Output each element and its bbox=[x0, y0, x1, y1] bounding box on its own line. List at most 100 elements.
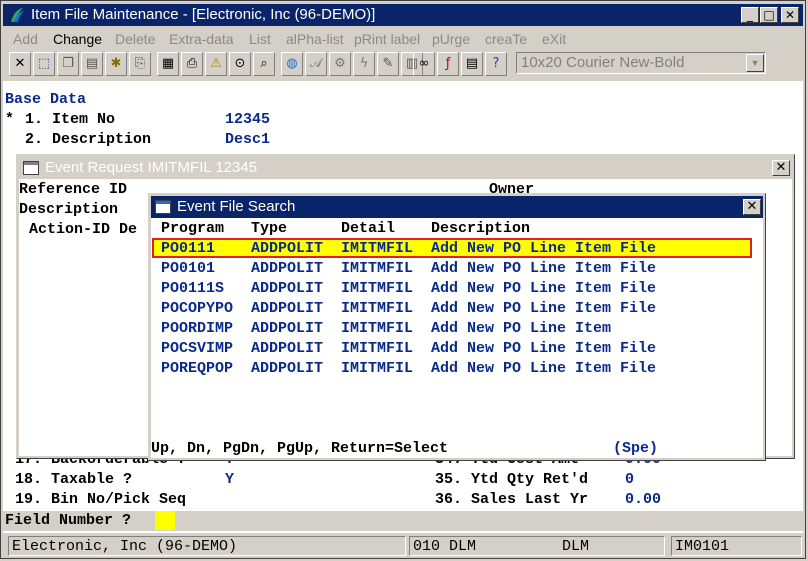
row-program: POORDIMP bbox=[161, 320, 234, 337]
cancel-icon[interactable]: ✕ bbox=[9, 52, 31, 76]
row-type: ADDPOLIT bbox=[251, 260, 324, 277]
event-search-title: Event File Search bbox=[177, 198, 296, 215]
event-request-title: Event Request IMITMFIL 12345 bbox=[45, 159, 258, 176]
notes-icon[interactable]: ▤ bbox=[461, 52, 483, 76]
script-icon[interactable]: 𝒜 bbox=[305, 52, 327, 76]
row-description: Add New PO Line Item File bbox=[431, 300, 657, 317]
event-request-title-bar[interactable]: Event Request IMITMFIL 12345 ✕ bbox=[19, 157, 792, 179]
font-selector[interactable]: 10x20 Courier New-Bold ▼ bbox=[516, 52, 766, 74]
copy-icon[interactable]: ❐ bbox=[57, 52, 79, 76]
menu-delete[interactable]: Delete bbox=[115, 31, 155, 47]
search-help-right: (Spe) bbox=[613, 440, 659, 457]
status-company-text: Electronic, Inc (96-DEMO) bbox=[12, 538, 238, 555]
field-value-sales-last-yr[interactable]: 0.00 bbox=[625, 491, 661, 508]
menu-change[interactable]: Change bbox=[53, 31, 102, 47]
field-label-ytd-qty-ret: 35. Ytd Qty Ret'd bbox=[435, 471, 589, 488]
search-icon[interactable]: ⌕ bbox=[253, 52, 275, 76]
search-help-text: Up, Dn, PgDn, PgUp, Return=Select bbox=[151, 440, 449, 457]
gear-icon[interactable]: ⚙ bbox=[329, 52, 351, 76]
field-label-taxable: 18. Taxable ? bbox=[15, 471, 133, 488]
description-label: Description bbox=[19, 201, 119, 218]
main-window: Item File Maintenance - [Electronic, Inc… bbox=[0, 0, 806, 559]
help-icon[interactable]: ? bbox=[485, 52, 507, 76]
close-button[interactable]: ✕ bbox=[781, 7, 799, 23]
row-description: Add New PO Line Item File bbox=[431, 280, 657, 297]
row-type: ADDPOLIT bbox=[251, 240, 324, 257]
row-detail: IMITMFIL bbox=[341, 240, 414, 257]
menu-add[interactable]: Add bbox=[13, 31, 38, 47]
field-label-sales-last-yr: 36. Sales Last Yr bbox=[435, 491, 589, 508]
edit-icon[interactable]: ✎ bbox=[377, 52, 399, 76]
document-icon[interactable]: ▦ bbox=[157, 52, 179, 76]
event-request-close-button[interactable]: ✕ bbox=[772, 160, 790, 176]
field-value-item-no[interactable]: 12345 bbox=[225, 111, 270, 128]
prompt-input[interactable] bbox=[155, 511, 175, 530]
row-type: ADDPOLIT bbox=[251, 300, 324, 317]
event-search-title-bar[interactable]: Event File Search ✕ bbox=[151, 196, 763, 218]
chevron-down-icon[interactable]: ▼ bbox=[746, 54, 764, 72]
status-terminal-text: 010 DLM bbox=[413, 538, 477, 555]
alert-icon[interactable]: ⚠ bbox=[205, 52, 227, 76]
menu-alpha-list[interactable]: alPha-list bbox=[286, 31, 344, 47]
section-title: Base Data bbox=[5, 91, 87, 108]
event-search-close-button[interactable]: ✕ bbox=[743, 199, 761, 215]
row-description: Add New PO Line Item File bbox=[431, 340, 657, 357]
menu-bar: Add Change Delete Extra-data List alPha-… bbox=[3, 29, 803, 51]
window-icon bbox=[155, 200, 171, 214]
status-company: Electronic, Inc (96-DEMO) bbox=[8, 536, 406, 556]
menu-extra-data[interactable]: Extra-data bbox=[169, 31, 234, 47]
row-detail: IMITMFIL bbox=[341, 280, 414, 297]
row-program: PO0101 bbox=[161, 260, 216, 277]
menu-list[interactable]: List bbox=[249, 31, 271, 47]
row-type: ADDPOLIT bbox=[251, 320, 324, 337]
maximize-button[interactable]: □ bbox=[760, 7, 778, 23]
row-detail: IMITMFIL bbox=[341, 360, 414, 377]
column-header-type: Type bbox=[251, 220, 288, 237]
menu-create[interactable]: creaTe bbox=[485, 31, 527, 47]
window-title: Item File Maintenance - [Electronic, Inc… bbox=[31, 6, 376, 23]
menu-print-label[interactable]: pRint label bbox=[354, 31, 420, 47]
row-description: Add New PO Line Item File bbox=[431, 240, 657, 257]
toolbar: ✕ ⬚ ❐ ▤ ✱ ⎘ ▦ ⎙ ⚠ ⊙ ⌕ ◍ 𝒜 ⚙ ϟ ✎ ▥ ∞ ƒ ▤ … bbox=[3, 51, 803, 79]
link-icon[interactable]: ∞ bbox=[413, 52, 435, 76]
row-detail: IMITMFIL bbox=[341, 300, 414, 317]
field-value-ytd-qty-ret[interactable]: 0 bbox=[625, 471, 634, 488]
column-header-description: Description bbox=[431, 220, 531, 237]
title-bar[interactable]: Item File Maintenance - [Electronic, Inc… bbox=[3, 4, 803, 26]
field-value-taxable[interactable]: Y bbox=[225, 471, 234, 488]
printer-icon[interactable]: ⎙ bbox=[181, 52, 203, 76]
window-icon bbox=[23, 161, 39, 175]
row-detail: IMITMFIL bbox=[341, 340, 414, 357]
row-type: ADDPOLIT bbox=[251, 340, 324, 357]
menu-exit[interactable]: eXit bbox=[542, 31, 566, 47]
status-terminal: 010 DLM DLM bbox=[409, 536, 665, 556]
function-icon[interactable]: ƒ bbox=[437, 52, 459, 76]
lightning-icon[interactable]: ϟ bbox=[353, 52, 375, 76]
row-program: PO0111S bbox=[161, 280, 225, 297]
font-selector-value: 10x20 Courier New-Bold bbox=[521, 54, 685, 71]
settings-icon[interactable]: ✱ bbox=[105, 52, 127, 76]
row-detail: IMITMFIL bbox=[341, 260, 414, 277]
export-icon[interactable]: ⎘ bbox=[129, 52, 151, 76]
row-description: Add New PO Line Item File bbox=[431, 260, 657, 277]
row-detail: IMITMFIL bbox=[341, 320, 414, 337]
status-program-text: IM0101 bbox=[675, 538, 730, 555]
field-value-description[interactable]: Desc1 bbox=[225, 131, 270, 148]
column-header-program: Program bbox=[161, 220, 225, 237]
globe-icon[interactable]: ◍ bbox=[281, 52, 303, 76]
row-description: Add New PO Line Item bbox=[431, 320, 612, 337]
select-icon[interactable]: ⬚ bbox=[33, 52, 55, 76]
column-header-detail: Detail bbox=[341, 220, 396, 237]
event-search-dialog: Event File Search ✕ Program Type Detail … bbox=[148, 193, 766, 461]
row-program: POREQPOP bbox=[161, 360, 234, 377]
minimize-button[interactable]: _ bbox=[741, 7, 759, 23]
row-program: POCOPYPO bbox=[161, 300, 234, 317]
action-id-header: Action-ID De bbox=[29, 221, 138, 238]
field-marker: * bbox=[5, 111, 15, 128]
binoculars-icon[interactable]: ⊙ bbox=[229, 52, 251, 76]
reference-id-label: Reference ID bbox=[19, 181, 128, 198]
status-program: IM0101 bbox=[671, 536, 802, 556]
row-description: Add New PO Line Item File bbox=[431, 360, 657, 377]
menu-purge[interactable]: pUrge bbox=[432, 31, 470, 47]
paste-icon[interactable]: ▤ bbox=[81, 52, 103, 76]
